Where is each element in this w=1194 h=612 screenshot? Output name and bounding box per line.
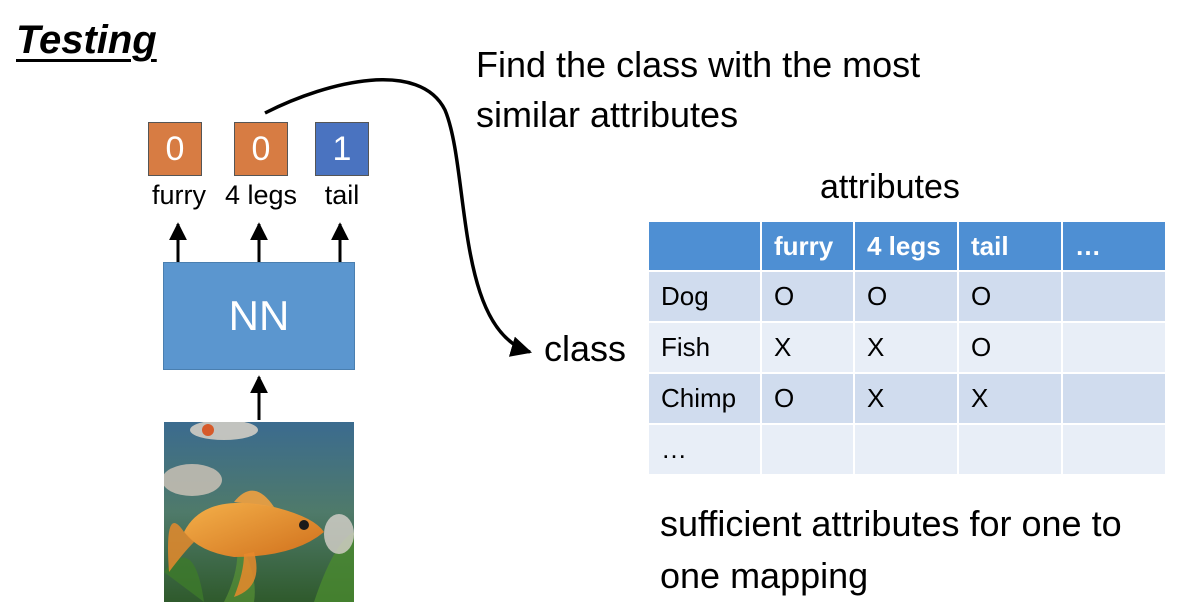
table-cell: … — [647, 423, 762, 476]
header-cell: tail — [957, 220, 1063, 272]
table-title: attributes — [820, 168, 960, 206]
table-cell: Chimp — [647, 372, 762, 425]
table-cell: X — [957, 372, 1063, 425]
table-row: Dog O O O — [647, 270, 1167, 323]
table-cell — [853, 423, 959, 476]
table-cell — [1061, 270, 1167, 323]
table-cell: O — [760, 270, 855, 323]
table-cell: O — [760, 372, 855, 425]
table-cell: X — [760, 321, 855, 374]
class-label: class — [544, 328, 627, 369]
table-cell: O — [957, 321, 1063, 374]
table-cell — [1061, 423, 1167, 476]
header-cell: furry — [760, 220, 855, 272]
table-cell — [1061, 321, 1167, 374]
table-cell: Fish — [647, 321, 762, 374]
table-row: … — [647, 423, 1167, 476]
table-cell — [1061, 372, 1167, 425]
table-cell — [760, 423, 855, 476]
table-row: Chimp O X X — [647, 372, 1167, 425]
table-cell: Dog — [647, 270, 762, 323]
table-cell: O — [957, 270, 1063, 323]
table-cell — [957, 423, 1063, 476]
header-cell — [647, 220, 762, 272]
table-cell: X — [853, 372, 959, 425]
table-cell: O — [853, 270, 959, 323]
conclusion-text: sufficient attributes for one to one map… — [660, 503, 1122, 596]
header-cell: 4 legs — [853, 220, 959, 272]
table-cell: X — [853, 321, 959, 374]
header-cell: … — [1061, 220, 1167, 272]
arrow-to-class — [264, 78, 533, 357]
table-header-row: furry 4 legs tail … — [647, 220, 1167, 272]
table-row: Fish X X O — [647, 321, 1167, 374]
attribute-table: furry 4 legs tail … Dog O O O Fish X X O… — [647, 220, 1167, 476]
